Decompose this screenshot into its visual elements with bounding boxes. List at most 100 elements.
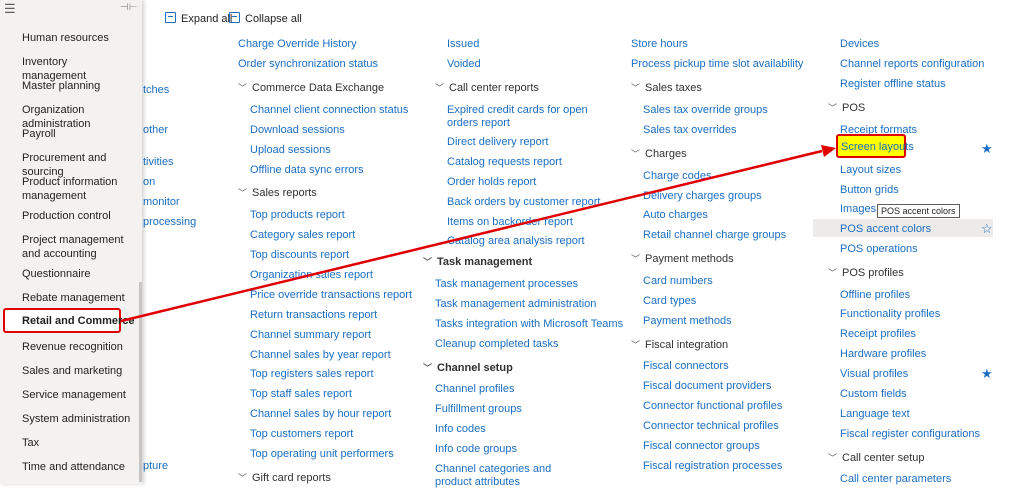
link-expired-credit-cards[interactable]: Expired credit cards for open orders rep… [447, 104, 597, 130]
star-icon[interactable]: ★ [981, 366, 993, 382]
link[interactable]: Top operating unit performers [250, 448, 394, 460]
link[interactable]: Category sales report [250, 229, 355, 241]
link[interactable]: Images [840, 203, 876, 215]
link[interactable]: Functionality profiles [840, 308, 940, 320]
link[interactable]: Fiscal register configurations [840, 428, 980, 440]
link[interactable]: Visual profiles [840, 368, 908, 380]
link[interactable]: Offline profiles [840, 289, 910, 301]
group-header-call-center-reports[interactable]: ﹀ Call center reports [435, 81, 539, 94]
link[interactable]: Payment methods [643, 315, 732, 327]
link[interactable]: Hardware profiles [840, 348, 926, 360]
link[interactable]: Cleanup completed tasks [435, 338, 559, 350]
link[interactable]: Back orders by customer report [447, 196, 600, 208]
link[interactable]: Channel reports configuration [840, 58, 984, 70]
link[interactable]: Register offline status [840, 78, 946, 90]
sidebar-item-human-resources[interactable]: Human resources [22, 31, 134, 45]
link[interactable]: Upload sessions [250, 144, 331, 156]
link-order-sync-status[interactable]: Order synchronization status [238, 58, 378, 70]
link-screen-layouts[interactable]: Screen layouts [841, 141, 914, 153]
group-header-sales-reports[interactable]: ﹀ Sales reports [238, 186, 317, 199]
link[interactable]: Top customers report [250, 428, 353, 440]
collapse-all-button[interactable]: Collapse all [229, 12, 302, 25]
link[interactable]: Channel client connection status [250, 104, 408, 116]
link-truncated[interactable]: tivities [143, 156, 174, 168]
link[interactable]: Organization sales report [250, 269, 373, 281]
hamburger-icon[interactable]: ☰ [4, 1, 16, 17]
screen-layouts-highlight[interactable]: Screen layouts [836, 134, 914, 158]
link-truncated[interactable]: tches [143, 84, 169, 96]
link[interactable]: Tasks integration with Microsoft Teams [435, 318, 623, 330]
link[interactable]: Connector functional profiles [643, 400, 782, 412]
link[interactable]: Retail channel charge groups [643, 229, 786, 241]
link-truncated[interactable]: other [143, 124, 168, 136]
link[interactable]: Channel profiles [435, 383, 515, 395]
link-truncated[interactable]: pture [143, 460, 168, 472]
link[interactable]: POS operations [840, 243, 918, 255]
link[interactable]: Delivery charges groups [643, 190, 762, 202]
link[interactable]: Issued [447, 38, 479, 50]
group-header-channel-setup[interactable]: ﹀ Channel setup [423, 361, 513, 374]
sidebar-item-sales-and-marketing[interactable]: Sales and marketing [22, 364, 134, 378]
group-header-fiscal-integration[interactable]: ﹀ Fiscal integration [631, 338, 728, 351]
link[interactable]: Connector technical profiles [643, 420, 779, 432]
link[interactable]: Top staff sales report [250, 388, 352, 400]
sidebar-item-service-management[interactable]: Service management [22, 388, 134, 402]
link[interactable]: Button grids [840, 184, 899, 196]
link[interactable]: Card types [643, 295, 696, 307]
link[interactable]: Return transactions report [250, 309, 377, 321]
sidebar-scrollbar[interactable] [139, 282, 142, 482]
sidebar-item-revenue-recognition[interactable]: Revenue recognition [22, 340, 134, 354]
sidebar-item-production-control[interactable]: Production control [22, 209, 134, 223]
link[interactable]: Catalog requests report [447, 156, 562, 168]
link[interactable]: Task management processes [435, 278, 578, 290]
link[interactable]: Store hours [631, 38, 688, 50]
group-header-pos[interactable]: ﹀ POS [828, 101, 865, 114]
link[interactable]: Fiscal connector groups [643, 440, 760, 452]
sidebar-item-rebate-management[interactable]: Rebate management [22, 291, 134, 305]
link[interactable]: Auto charges [643, 209, 708, 221]
group-header-charges[interactable]: ﹀ Charges [631, 147, 687, 160]
link[interactable]: Channel sales by year report [250, 349, 391, 361]
sidebar-item-time-and-attendance[interactable]: Time and attendance [22, 460, 134, 474]
link[interactable]: Sales tax override groups [643, 104, 768, 116]
link[interactable]: Top registers sales report [250, 368, 374, 380]
link[interactable]: Info code groups [435, 443, 517, 455]
sidebar-item-system-administration[interactable]: System administration [22, 412, 134, 426]
star-icon[interactable]: ☆ [981, 221, 993, 237]
link[interactable]: Channel summary report [250, 329, 371, 341]
link[interactable]: Items on backorder report [447, 216, 573, 228]
sidebar-item-payroll[interactable]: Payroll [22, 127, 134, 141]
star-icon[interactable]: ★ [981, 141, 993, 157]
link[interactable]: Top products report [250, 209, 345, 221]
sidebar-item-project-management[interactable]: Project management and accounting [22, 233, 137, 261]
link[interactable]: Custom fields [840, 388, 907, 400]
expand-all-button[interactable]: Expand all [165, 12, 232, 25]
link[interactable]: Process pickup time slot availability [631, 58, 803, 70]
link[interactable]: Voided [447, 58, 481, 70]
link[interactable]: Catalog area analysis report [447, 235, 585, 247]
link[interactable]: Charge codes [643, 170, 712, 182]
group-header-pos-profiles[interactable]: ﹀ POS profiles [828, 266, 904, 279]
group-header-payment-methods[interactable]: ﹀ Payment methods [631, 252, 734, 265]
link-truncated[interactable]: processing [143, 216, 196, 228]
group-header-sales-taxes[interactable]: ﹀ Sales taxes [631, 81, 702, 94]
link[interactable]: Fiscal connectors [643, 360, 729, 372]
link-channel-categories[interactable]: Channel categories and product attribute… [435, 463, 575, 489]
link[interactable]: Fiscal registration processes [643, 460, 782, 472]
link-pos-accent-colors[interactable]: POS accent colors [840, 223, 931, 235]
sidebar-item-questionnaire[interactable]: Questionnaire [22, 267, 134, 281]
group-header-gift-card-reports[interactable]: ﹀ Gift card reports [238, 471, 331, 484]
link-truncated[interactable]: monitor [143, 196, 180, 208]
link[interactable]: Offline data sync errors [250, 164, 364, 176]
link[interactable]: Task management administration [435, 298, 596, 310]
link[interactable]: Order holds report [447, 176, 536, 188]
group-header-commerce-data-exchange[interactable]: ﹀ Commerce Data Exchange [238, 81, 384, 94]
group-header-task-management[interactable]: ﹀ Task management [423, 255, 532, 268]
link[interactable]: Fulfillment groups [435, 403, 522, 415]
link[interactable]: Fiscal document providers [643, 380, 771, 392]
link[interactable]: Price override transactions report [250, 289, 412, 301]
link[interactable]: Download sessions [250, 124, 345, 136]
link[interactable]: Layout sizes [840, 164, 901, 176]
group-header-call-center-setup[interactable]: ﹀ Call center setup [828, 451, 925, 464]
sidebar-item-retail-and-commerce[interactable]: Retail and Commerce [3, 308, 134, 333]
